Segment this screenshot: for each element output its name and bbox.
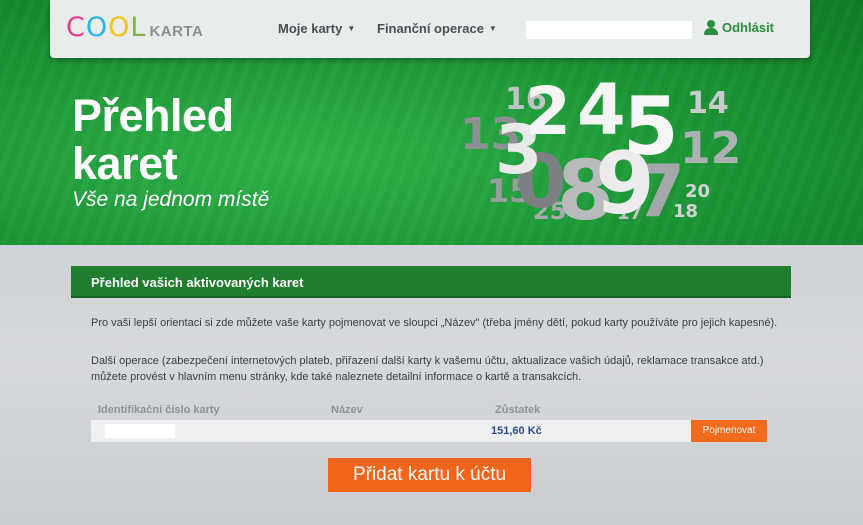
rename-card-button[interactable]: Pojmenovat <box>691 420 767 442</box>
page-title-line2: karet <box>72 138 178 189</box>
number-graphic: 4 <box>577 69 626 151</box>
page-subtitle: Vše na jednom místě <box>72 188 270 211</box>
number-graphic: 2 <box>525 73 571 150</box>
nav-my-cards-label: Moje karty <box>278 21 343 36</box>
number-graphic: 5 <box>623 80 679 173</box>
user-icon <box>704 20 718 35</box>
column-header-card-id: Identifikační číslo karty <box>98 404 220 416</box>
column-header-name: Název <box>331 404 363 416</box>
card-id-redacted <box>105 424 175 438</box>
user-name-redacted <box>526 21 692 39</box>
logout-link[interactable]: Odhlásit <box>704 20 774 35</box>
logo-karta: KARTA <box>149 23 204 40</box>
page-title: Přehled karet <box>72 92 332 188</box>
logo[interactable]: COOL KARTA <box>66 12 204 43</box>
number-graphic: 12 <box>680 123 742 174</box>
section-heading: Přehled vašich aktivovaných karet <box>71 266 791 298</box>
top-header: COOL KARTA Moje karty ▼ Finanční operace… <box>50 0 810 58</box>
page-title-line1: Přehled <box>72 90 234 141</box>
column-header-balance: Zůstatek <box>495 404 541 416</box>
number-graphic: 20 <box>685 181 711 202</box>
nav-my-cards[interactable]: Moje karty ▼ <box>278 21 355 36</box>
chevron-down-icon: ▼ <box>488 24 497 33</box>
numbers-illustration: 16 14 13 12 15 25 17 20 18 0 3 8 7 9 2 4… <box>455 75 755 240</box>
number-graphic: 14 <box>687 86 729 121</box>
nav-financial-operations-label: Finanční operace <box>377 21 484 36</box>
logout-label: Odhlásit <box>722 20 775 35</box>
table-row: 151,60 Kč Pojmenovat <box>91 420 767 442</box>
info-paragraph-2: Další operace (zabezpečení internetových… <box>91 355 764 383</box>
nav-financial-operations[interactable]: Finanční operace ▼ <box>377 21 497 36</box>
card-balance: 151,60 Kč <box>491 425 542 437</box>
info-paragraph-1: Pro vaši lepší orientaci si zde můžete v… <box>91 317 778 329</box>
chevron-down-icon: ▼ <box>347 24 356 33</box>
logo-cool: COOL <box>66 12 147 43</box>
add-card-button[interactable]: Přidat kartu k účtu <box>328 458 531 492</box>
